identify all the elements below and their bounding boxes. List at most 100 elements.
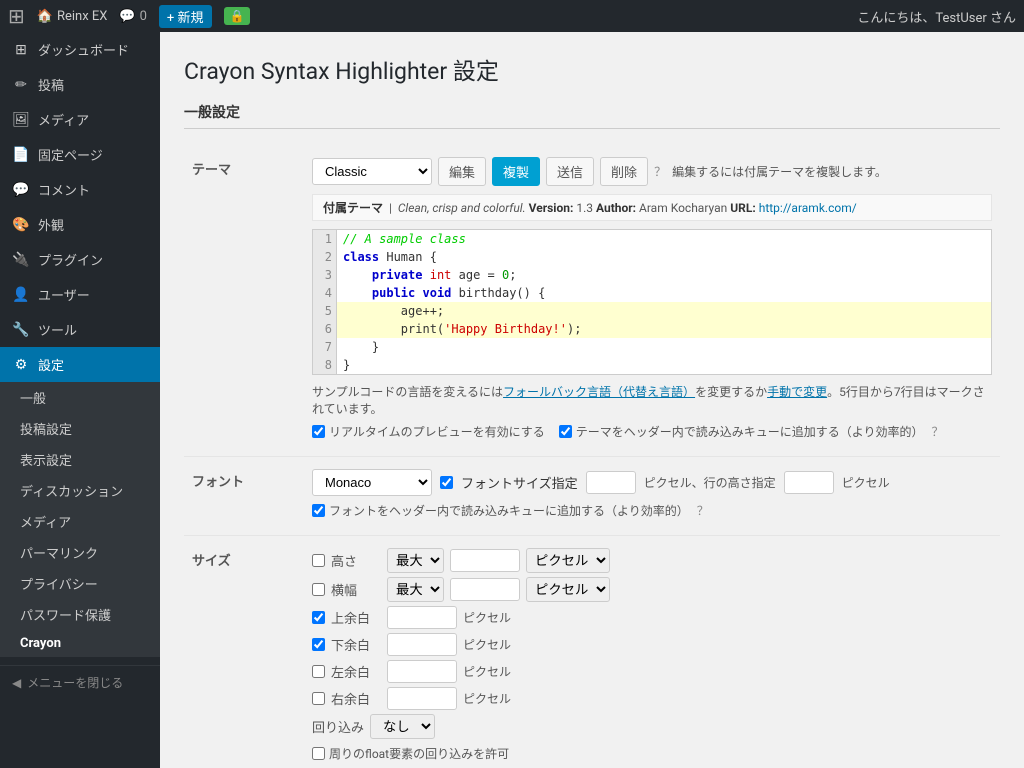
new-button[interactable]: + 新規 bbox=[159, 5, 212, 28]
sidebar-item-reading[interactable]: 表示設定 bbox=[0, 444, 160, 475]
theme-help-icon[interactable]: ？ bbox=[654, 163, 666, 180]
theme-row: テーマ Classic 編集 複製 送信 削除 ？ 編集するには付属テーマを複製… bbox=[184, 145, 1000, 457]
submit-button[interactable]: 送信 bbox=[546, 157, 594, 186]
settings-icon: ⚙ bbox=[12, 357, 30, 373]
size-row: サイズ 高さ 最大 500 ピクセル bbox=[184, 536, 1000, 768]
right-margin-row: 右余白 12 ピクセル bbox=[312, 687, 992, 710]
sidebar-item-discussion[interactable]: ディスカッション bbox=[0, 475, 160, 506]
author-value: Aram Kocharyan bbox=[639, 201, 727, 215]
home-icon: 🏠 bbox=[37, 9, 53, 24]
height-input[interactable]: 500 bbox=[450, 549, 520, 572]
bottom-margin-input[interactable]: 12 bbox=[387, 633, 457, 656]
duplicate-button[interactable]: 複製 bbox=[492, 157, 540, 186]
width-unit-select[interactable]: ピクセル bbox=[526, 577, 610, 602]
sidebar-item-settings[interactable]: ⚙ 設定 bbox=[0, 347, 160, 382]
code-line-4: 4 public void birthday() { bbox=[313, 284, 991, 302]
sidebar-item-posts[interactable]: ✏ 投稿 bbox=[0, 67, 160, 102]
version-value: 1.3 bbox=[576, 201, 593, 215]
height-checkbox[interactable] bbox=[312, 554, 325, 567]
font-label: フォント bbox=[184, 457, 304, 536]
delete-button[interactable]: 削除 bbox=[600, 157, 648, 186]
lineheight-input[interactable]: 15 bbox=[784, 471, 834, 494]
code-preview: 1 // A sample class 2 class Human { 3 pr… bbox=[312, 229, 992, 375]
sidebar-item-appearance[interactable]: 🎨 外観 bbox=[0, 207, 160, 242]
tools-icon: 🔧 bbox=[12, 322, 30, 338]
page-title: Crayon Syntax Highlighter 設定 bbox=[184, 52, 1000, 86]
theme-check2-help-icon[interactable]: ？ bbox=[931, 423, 943, 440]
left-margin-checkbox[interactable] bbox=[312, 665, 325, 678]
sidebar-item-privacy[interactable]: プライバシー bbox=[0, 568, 160, 599]
comments-nav-icon: 💬 bbox=[12, 182, 30, 198]
code-line-7: 7 } bbox=[313, 338, 991, 356]
code-line-3: 3 private int age = 0; bbox=[313, 266, 991, 284]
font-header-queue-checkbox[interactable] bbox=[312, 504, 325, 517]
edit-button[interactable]: 編集 bbox=[438, 157, 486, 186]
comments-count[interactable]: 💬 0 bbox=[119, 9, 147, 24]
manual-change-link[interactable]: 手動で変更 bbox=[767, 385, 827, 399]
width-checkbox[interactable] bbox=[312, 583, 325, 596]
sidebar-item-dashboard[interactable]: ⊞ ダッシュボード bbox=[0, 32, 160, 67]
top-margin-input[interactable]: 12 bbox=[387, 606, 457, 629]
right-margin-checkbox[interactable] bbox=[312, 692, 325, 705]
sidebar-item-pages[interactable]: 📄 固定ページ bbox=[0, 137, 160, 172]
layout: ⊞ ダッシュボード ✏ 投稿 🖼 メディア 📄 固定ページ 💬 コメント 🎨 外… bbox=[0, 32, 1024, 768]
bottom-margin-row: 下余白 12 ピクセル bbox=[312, 633, 992, 656]
sidebar-item-plugins[interactable]: 🔌 プラグイン bbox=[0, 242, 160, 277]
url-label: URL: bbox=[730, 201, 755, 215]
sidebar-item-permalink[interactable]: パーマリンク bbox=[0, 537, 160, 568]
sidebar: ⊞ ダッシュボード ✏ 投稿 🖼 メディア 📄 固定ページ 💬 コメント 🎨 外… bbox=[0, 32, 160, 768]
theme-select[interactable]: Classic bbox=[312, 158, 432, 185]
posts-icon: ✏ bbox=[12, 77, 30, 93]
users-icon: 👤 bbox=[12, 287, 30, 303]
float-checkbox-row: 周りのfloat要素の回り込みを許可 bbox=[312, 745, 992, 762]
theme-header-queue-checkbox[interactable] bbox=[559, 425, 572, 438]
sidebar-item-general[interactable]: 一般 bbox=[0, 382, 160, 413]
wrap-select[interactable]: なし bbox=[370, 714, 435, 739]
sidebar-item-crayon[interactable]: Crayon bbox=[0, 630, 160, 657]
settings-submenu: 一般 投稿設定 表示設定 ディスカッション メディア パーマリンク プライバシー… bbox=[0, 382, 160, 657]
code-line-2: 2 class Human { bbox=[313, 248, 991, 266]
topbar: ⊞ 🏠 Reinx EX 💬 0 + 新規 🔒 こんにちは、TestUser さ… bbox=[0, 0, 1024, 32]
width-row: 横幅 最大 500 ピクセル bbox=[312, 577, 992, 602]
sidebar-item-tools[interactable]: 🔧 ツール bbox=[0, 312, 160, 347]
dashboard-icon: ⊞ bbox=[12, 42, 30, 58]
right-margin-input[interactable]: 12 bbox=[387, 687, 457, 710]
bottom-margin-checkbox[interactable] bbox=[312, 638, 325, 651]
sidebar-item-writing[interactable]: 投稿設定 bbox=[0, 413, 160, 444]
left-margin-input[interactable]: 12 bbox=[387, 660, 457, 683]
sidebar-collapse-button[interactable]: ◀ メニューを閉じる bbox=[0, 665, 160, 699]
top-margin-checkbox[interactable] bbox=[312, 611, 325, 624]
wp-logo-icon: ⊞ bbox=[8, 4, 25, 28]
code-note: サンプルコードの言語を変えるにはフォールバック言語（代替え言語）を変更するか手動… bbox=[312, 383, 992, 417]
author-label: Author: bbox=[596, 201, 636, 215]
main-content: Crayon Syntax Highlighter 設定 一般設定 テーマ Cl… bbox=[160, 32, 1024, 768]
theme-controls: Classic 編集 複製 送信 削除 ？ 編集するには付属テーマを複製します。 bbox=[312, 157, 992, 186]
sidebar-item-password[interactable]: パスワード保護 bbox=[0, 599, 160, 630]
fontsize-input[interactable]: 12 bbox=[586, 471, 636, 494]
sidebar-item-users[interactable]: 👤 ユーザー bbox=[0, 277, 160, 312]
url-link[interactable]: http://aramk.com/ bbox=[759, 201, 857, 215]
font-select[interactable]: Monaco bbox=[312, 469, 432, 496]
realtime-preview-checkbox[interactable] bbox=[312, 425, 325, 438]
size-label: サイズ bbox=[184, 536, 304, 768]
width-input[interactable]: 500 bbox=[450, 578, 520, 601]
code-line-6: 6 print('Happy Birthday!'); bbox=[313, 320, 991, 338]
settings-table: テーマ Classic 編集 複製 送信 削除 ？ 編集するには付属テーマを複製… bbox=[184, 145, 1000, 768]
height-mode-select[interactable]: 最大 bbox=[387, 548, 444, 573]
site-name[interactable]: 🏠 Reinx EX bbox=[37, 9, 108, 24]
height-unit-select[interactable]: ピクセル bbox=[526, 548, 610, 573]
sidebar-item-media[interactable]: 🖼 メディア bbox=[0, 102, 160, 137]
font-controls: Monaco フォントサイズ指定 12 ピクセル、行の高さ指定 15 ピクセル bbox=[312, 469, 992, 496]
code-line-5: 5 age++; bbox=[313, 302, 991, 320]
left-margin-row: 左余白 12 ピクセル bbox=[312, 660, 992, 683]
plugins-icon: 🔌 bbox=[12, 252, 30, 268]
font-check2-help-icon[interactable]: ？ bbox=[697, 502, 709, 519]
width-mode-select[interactable]: 最大 bbox=[387, 577, 444, 602]
sidebar-item-media-settings[interactable]: メディア bbox=[0, 506, 160, 537]
fontsize-checkbox[interactable] bbox=[440, 476, 453, 489]
fallback-lang-link[interactable]: フォールバック言語（代替え言語） bbox=[503, 385, 695, 399]
float-checkbox[interactable] bbox=[312, 747, 325, 760]
attached-theme-desc: Clean, crisp and colorful. bbox=[398, 201, 526, 215]
sidebar-item-comments[interactable]: 💬 コメント bbox=[0, 172, 160, 207]
attached-theme-info: 付属テーマ | Clean, crisp and colorful. Versi… bbox=[312, 194, 992, 221]
